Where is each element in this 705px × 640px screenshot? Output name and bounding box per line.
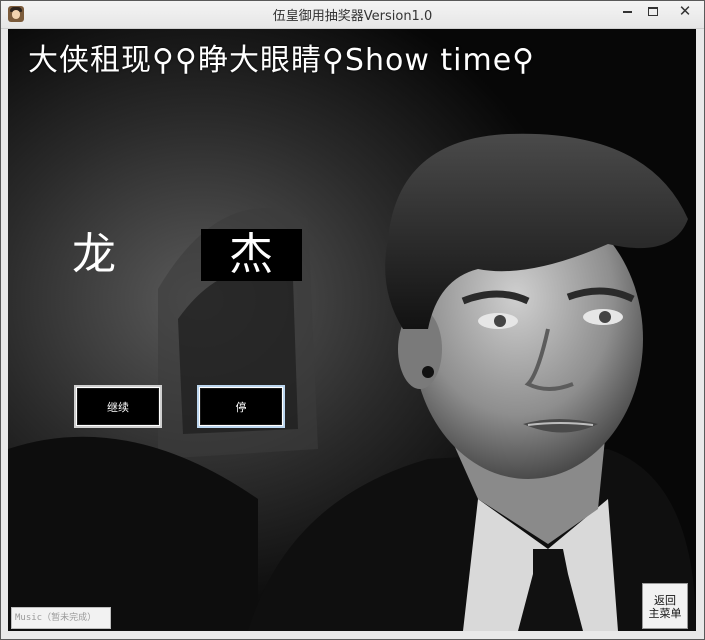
minimize-icon	[622, 10, 632, 13]
maximize-button[interactable]	[640, 2, 666, 20]
continue-button[interactable]: 继续	[74, 385, 162, 428]
close-icon: ✕	[678, 2, 692, 20]
return-main-menu-button[interactable]: 返回 主菜单	[642, 583, 688, 629]
stop-button-label: 停	[200, 388, 282, 425]
main-canvas: 大侠租现⚲⚲睁大眼睛⚲Show time⚲ 龙 杰 继续 停 返回 主菜单 Mu…	[8, 29, 696, 631]
minimize-button[interactable]	[614, 2, 640, 20]
music-button[interactable]: Music（暂未完成）	[11, 607, 111, 629]
stop-button[interactable]: 停	[197, 385, 285, 428]
return-label-line1: 返回	[654, 594, 676, 607]
background-photo	[8, 29, 696, 631]
window-title: 伍皇御用抽奖器Version1.0	[272, 9, 433, 24]
drawn-name-second: 杰	[201, 229, 302, 281]
return-label-line2: 主菜单	[648, 607, 682, 620]
banner-slogan: 大侠租现⚲⚲睁大眼睛⚲Show time⚲	[28, 43, 536, 78]
continue-button-label: 继续	[77, 388, 159, 425]
drawn-name-first: 龙	[72, 229, 116, 280]
app-window: 伍皇御用抽奖器Version1.0 ✕ 大侠租现⚲⚲睁大眼睛⚲Show time…	[0, 0, 705, 640]
title-bar[interactable]: 伍皇御用抽奖器Version1.0 ✕	[1, 1, 704, 29]
close-button[interactable]: ✕	[668, 2, 702, 20]
maximize-icon	[648, 7, 658, 16]
